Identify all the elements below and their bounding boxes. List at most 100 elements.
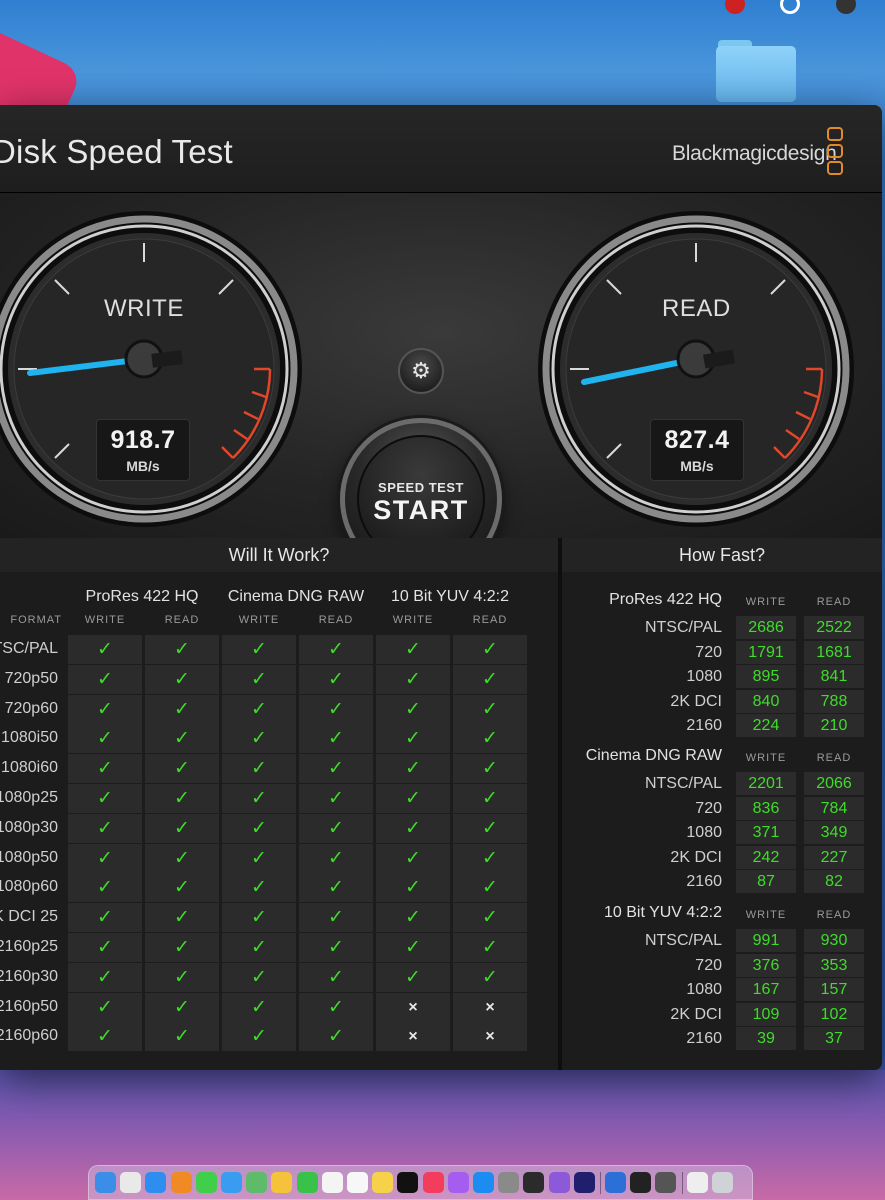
speed-row: 2K DCI 109 102 [562, 1002, 882, 1027]
settings-button[interactable]: ⚙ [398, 348, 444, 394]
check-icon: ✓ [222, 754, 296, 784]
resolution-label: 2160 [686, 717, 722, 735]
check-icon: ✓ [376, 694, 450, 724]
check-icon: ✓ [68, 933, 142, 962]
read-fps-value: 353 [804, 953, 864, 977]
maps-icon[interactable] [246, 1172, 268, 1193]
write-fps-value: 376 [736, 953, 796, 977]
check-icon: ✓ [299, 933, 373, 962]
speed-row: 2K DCI 840 788 [562, 689, 882, 714]
write-fps-value: 109 [736, 1002, 796, 1026]
table-row: 720p50 ✓ ✓ ✓ ✓ ✓ ✓ [0, 664, 558, 694]
finder-icon[interactable] [95, 1172, 116, 1193]
resolution-label: 2160 [686, 1030, 722, 1048]
check-icon: ✓ [145, 933, 219, 962]
check-icon: ✓ [376, 933, 450, 962]
launchpad-icon[interactable] [120, 1172, 142, 1193]
notes-icon[interactable] [372, 1172, 394, 1193]
table-row: 1080i50 ✓ ✓ ✓ ✓ ✓ ✓ [0, 724, 558, 754]
check-icon: ✓ [376, 843, 450, 873]
resolution-label: 2K DCI [670, 1005, 722, 1023]
resolution-label: 720 [695, 956, 722, 974]
check-icon: ✓ [222, 784, 296, 813]
check-icon: ✓ [299, 873, 373, 903]
messages-icon[interactable] [195, 1172, 217, 1193]
write-fps-value: 167 [736, 978, 796, 1002]
podcasts-icon[interactable] [447, 1172, 469, 1193]
format-header: FORMAT [10, 614, 62, 626]
write-column-header: WRITE [745, 909, 787, 921]
start-button-caption: SPEED TEST [378, 480, 464, 495]
table-row: 1080p60 ✓ ✓ ✓ ✓ ✓ ✓ [0, 873, 558, 903]
read-readout: 827.4 MB/s [650, 419, 744, 481]
format-label: 1080p50 [0, 848, 58, 866]
desktop-folder-icon[interactable] [716, 40, 796, 102]
resolution-label: 1080 [686, 981, 722, 999]
codec-group-title: ProRes 422 HQ [609, 591, 722, 608]
disk-speed-test-icon[interactable] [605, 1172, 626, 1193]
check-icon: ✓ [299, 694, 373, 724]
check-icon: ✓ [145, 1022, 219, 1052]
resolution-label: NTSC/PAL [644, 775, 722, 792]
menu-bar [0, 0, 885, 18]
mail-icon[interactable] [221, 1172, 242, 1193]
preview-icon[interactable] [686, 1172, 708, 1193]
resolution-label: 1080 [686, 824, 722, 842]
format-label: 1080p25 [0, 789, 58, 806]
final-cut-icon[interactable] [523, 1172, 545, 1193]
reminders-icon[interactable] [347, 1172, 368, 1193]
check-icon: ✓ [376, 873, 450, 903]
trash-icon[interactable] [711, 1172, 733, 1193]
check-icon: ✓ [376, 635, 450, 664]
write-fps-value: 1791 [736, 640, 796, 664]
calendar-icon[interactable] [321, 1172, 343, 1193]
system-preferences-icon[interactable] [498, 1172, 520, 1193]
facetime-icon[interactable] [296, 1172, 318, 1193]
check-icon: ✓ [145, 992, 219, 1022]
read-column-header: READ [816, 752, 852, 764]
title-bar: Disk Speed Test Blackmagicdesign [0, 105, 882, 193]
check-icon: ✓ [68, 754, 142, 784]
write-column-header: WRITE [745, 752, 787, 764]
firefox-icon[interactable] [170, 1172, 192, 1193]
check-icon: ✓ [222, 724, 296, 754]
media-encoder-icon[interactable] [573, 1172, 595, 1193]
siri-icon[interactable] [836, 0, 856, 14]
generic-app-icon[interactable] [548, 1172, 570, 1193]
safari-icon[interactable] [145, 1172, 167, 1193]
read-unit: MB/s [680, 458, 714, 474]
check-icon: ✓ [453, 962, 527, 992]
check-icon: ✓ [299, 784, 373, 813]
table-row: 1080p25 ✓ ✓ ✓ ✓ ✓ ✓ [0, 784, 558, 813]
codec-group-title: Cinema DNG RAW [585, 747, 722, 764]
appletv-icon[interactable] [397, 1172, 419, 1193]
check-icon: ✓ [376, 962, 450, 992]
check-icon: ✓ [68, 962, 142, 992]
music-icon[interactable] [422, 1172, 444, 1193]
check-icon: ✓ [453, 933, 527, 962]
photos-icon[interactable] [271, 1172, 293, 1193]
utility-icon[interactable] [655, 1172, 677, 1193]
notification-icon[interactable] [725, 0, 745, 14]
check-icon: ✓ [453, 903, 527, 933]
check-icon: ✓ [68, 873, 142, 903]
read-fps-value: 157 [804, 978, 864, 1002]
write-fps-value: 2686 [736, 616, 796, 639]
write-fps-value: 840 [736, 689, 796, 713]
check-icon: ✓ [222, 1022, 296, 1052]
write-value: 918.7 [110, 426, 176, 454]
check-icon: ✓ [453, 784, 527, 813]
write-fps-value: 2201 [736, 772, 796, 795]
appstore-icon[interactable] [473, 1172, 494, 1193]
how-fast-title: How Fast? [562, 538, 882, 572]
read-fps-value: 841 [804, 665, 864, 689]
resolution-label: NTSC/PAL [644, 932, 722, 949]
dock [88, 1165, 753, 1200]
check-icon: ✓ [299, 903, 373, 933]
check-icon: ✓ [222, 933, 296, 962]
terminal-icon[interactable] [630, 1172, 652, 1193]
speed-row: 2160 87 82 [562, 870, 882, 894]
control-center-icon[interactable] [780, 0, 800, 14]
table-row: 2K DCI 25✓✓✓✓✓✓ [0, 903, 558, 933]
read-value: 827.4 [664, 426, 730, 454]
